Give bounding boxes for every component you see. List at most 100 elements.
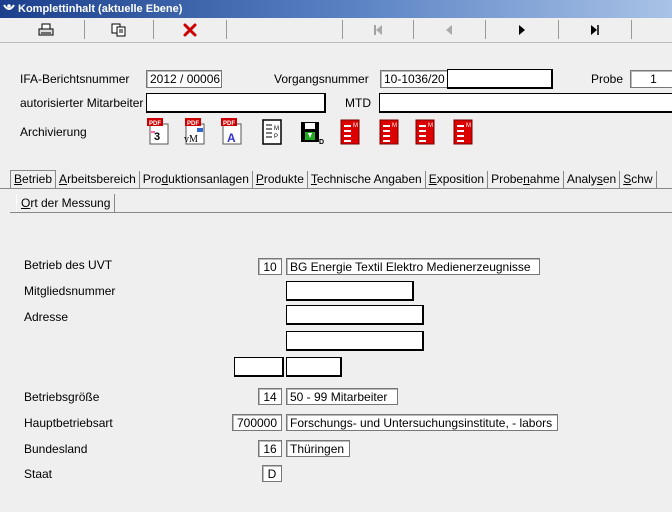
- window-titlebar: Komplettinhalt (aktuelle Ebene): [0, 0, 672, 18]
- betrieb-name-field[interactable]: BG Energie Textil Elektro Medienerzeugni…: [286, 258, 540, 275]
- subtab-divider: [10, 212, 672, 213]
- probe-field[interactable]: 1: [630, 70, 672, 88]
- tab-label-prefix: Probe: [491, 172, 524, 186]
- svg-text:vM: vM: [184, 134, 198, 145]
- betriebsgroesse-field[interactable]: 50 - 99 Mitarbeiter: [286, 388, 398, 405]
- pdf-a-icon[interactable]: PDF A: [220, 118, 244, 146]
- adresse-line2-field[interactable]: [286, 331, 424, 351]
- previous-record-icon: [446, 24, 452, 35]
- copy-record-button[interactable]: [85, 20, 154, 39]
- record-toolbar: [0, 18, 672, 43]
- svg-text:D: D: [319, 139, 324, 146]
- tab-label: echnische Angaben: [316, 172, 422, 186]
- vorgang-extension-field[interactable]: [447, 69, 553, 89]
- pdf-report-icon[interactable]: PDF 3: [147, 118, 171, 146]
- mitarbeiter-label: autorisierter Mitarbeiter: [20, 96, 144, 110]
- archivierung-label: Archivierung: [20, 125, 87, 139]
- tab-label: rbeitsbereich: [67, 172, 136, 186]
- mtd-field[interactable]: [379, 93, 672, 113]
- tab-technische-angaben[interactable]: Technische Angaben: [308, 171, 426, 188]
- pdf-vm-icon[interactable]: PDF vM: [183, 118, 207, 146]
- tab-betrieb[interactable]: Betrieb: [10, 170, 57, 188]
- previous-record-button[interactable]: [413, 20, 486, 39]
- staat-field[interactable]: D: [262, 465, 282, 482]
- svg-text:A: A: [227, 131, 236, 145]
- staat-label: Staat: [24, 467, 53, 481]
- copy-record-icon: [111, 23, 126, 36]
- tab-label: chw: [631, 172, 653, 186]
- red-doc-m-icon-3[interactable]: M: [414, 118, 438, 146]
- subtab-label: rt der Messung: [30, 196, 111, 210]
- next-record-icon: [519, 24, 525, 35]
- svg-text:P: P: [274, 134, 278, 140]
- bundesland-field[interactable]: Thüringen: [286, 440, 350, 457]
- svg-text:M: M: [428, 123, 433, 129]
- mitgliedsnummer-label: Mitgliedsnummer: [24, 284, 116, 298]
- ifa-label: IFA-Berichtsnummer: [20, 72, 130, 86]
- tab-exposition[interactable]: Exposition: [426, 171, 489, 188]
- ifa-number-field[interactable]: 2012 / 00006: [146, 70, 222, 88]
- betrieb-label: Betrieb des UVT: [24, 258, 113, 272]
- tab-divider: [0, 188, 672, 189]
- app-icon: [3, 4, 15, 10]
- adresse-line1-field[interactable]: [286, 305, 424, 325]
- vorgang-label: Vorgangsnummer: [274, 72, 369, 86]
- betriebsgroesse-label: Betriebsgröße: [24, 390, 100, 404]
- tab-label: en: [602, 172, 617, 186]
- plz-field[interactable]: [234, 357, 284, 377]
- tab-accesskey: P: [255, 172, 264, 186]
- red-doc-m-icon-2[interactable]: M: [378, 118, 402, 146]
- vorgang-number-field[interactable]: 10-1036/20: [380, 70, 448, 88]
- last-record-button[interactable]: [559, 20, 632, 39]
- svg-text:M: M: [392, 123, 397, 129]
- tab-schw[interactable]: Schw: [620, 171, 657, 188]
- svg-text:M: M: [353, 123, 358, 129]
- betriebsgroesse-code-field[interactable]: 14: [258, 388, 282, 405]
- first-record-icon: [374, 24, 382, 35]
- tab-label: ahme: [529, 172, 560, 186]
- svg-text:PDF: PDF: [223, 121, 235, 127]
- tab-label: uktionsanlagen: [168, 172, 249, 186]
- mitgliedsnummer-field[interactable]: [286, 281, 414, 301]
- delete-icon: [183, 23, 197, 36]
- mitarbeiter-field[interactable]: [146, 93, 326, 113]
- hauptbetriebsart-code-field[interactable]: 700000: [232, 414, 282, 431]
- red-doc-m-icon-4[interactable]: M: [452, 118, 476, 146]
- document-mp-icon[interactable]: M P: [262, 118, 286, 146]
- save-document-icon[interactable]: D: [300, 118, 324, 146]
- tab-produkte[interactable]: Produkte: [253, 171, 308, 188]
- svg-text:PDF: PDF: [149, 121, 161, 127]
- svg-text:M: M: [274, 126, 279, 132]
- tab-probenahme[interactable]: Probenahme: [488, 171, 564, 188]
- tab-produktionsanlagen[interactable]: Produktionsanlagen: [140, 171, 253, 188]
- probe-label: Probe: [591, 72, 624, 86]
- tab-analysen[interactable]: Analysen: [564, 171, 621, 188]
- bundesland-label: Bundesland: [24, 442, 88, 456]
- tab-arbeitsbereich[interactable]: Arbeitsbereich: [56, 171, 140, 188]
- ort-field[interactable]: [286, 357, 342, 377]
- tab-label: rodukte: [263, 172, 304, 186]
- betrieb-code-field[interactable]: 10: [258, 258, 282, 275]
- window-title: Komplettinhalt (aktuelle Ebene): [18, 3, 183, 15]
- adresse-label: Adresse: [24, 310, 69, 324]
- print-icon: [38, 23, 54, 35]
- tab-label-prefix: Analy: [566, 172, 597, 186]
- red-doc-m-icon-1[interactable]: M: [339, 118, 363, 146]
- hauptbetriebsart-label: Hauptbetriebsart: [24, 416, 113, 430]
- mtd-label: MTD: [345, 96, 371, 110]
- tab-accesskey: B: [14, 172, 23, 186]
- tab-accesskey: n: [523, 172, 530, 186]
- tab-accesskey: A: [59, 172, 68, 186]
- tab-label-prefix: Pro: [142, 172, 162, 186]
- subtab-accesskey: O: [21, 196, 31, 210]
- tab-label: etrieb: [22, 172, 53, 186]
- subtab-ort-der-messung[interactable]: Ort der Messung: [16, 194, 116, 212]
- print-button[interactable]: [8, 20, 85, 39]
- hauptbetriebsart-field[interactable]: Forschungs- und Untersuchungsinstitute, …: [286, 414, 558, 431]
- delete-button[interactable]: [154, 20, 227, 39]
- main-tab-strip: Betrieb Arbeitsbereich Produktionsanlagen P…: [10, 170, 657, 188]
- first-record-button[interactable]: [342, 20, 414, 39]
- last-record-icon: [591, 24, 599, 35]
- next-record-button[interactable]: [486, 20, 559, 39]
- bundesland-code-field[interactable]: 16: [258, 440, 282, 457]
